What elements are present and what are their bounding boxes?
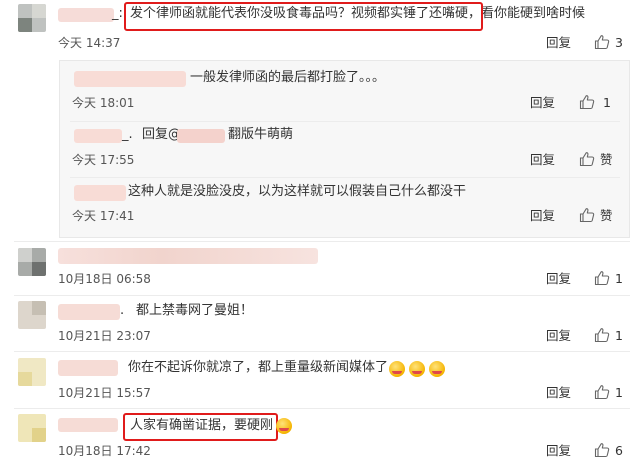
reply-text: 这种人就是没脸没皮，以为这样就可以假装自己什么都没干 [128,184,467,199]
reply-button[interactable]: 回复 [530,96,555,110]
like-label: 赞 [600,208,613,223]
like-count: 1 [615,271,623,286]
divider [14,295,630,296]
reply-button[interactable]: 回复 [546,329,571,343]
reply-button[interactable]: 回复 [546,444,571,458]
comment-text: 你在不起诉你就凉了，都上重量级新闻媒体了 [128,360,389,375]
avatar[interactable] [18,414,46,442]
username-blurred[interactable] [74,185,126,201]
divider [14,408,630,409]
username-suffix: _. [122,127,133,142]
comment-text: 都上禁毒网了曼姐！ [136,303,254,318]
divider [14,351,630,352]
mention-blurred[interactable] [177,129,225,143]
thumbs-up-icon[interactable] [579,94,595,110]
thumbs-up-icon[interactable] [594,327,610,343]
comment-time: 10月18日 17:42 [58,444,151,458]
username-blurred[interactable] [74,71,186,87]
thumbs-up-icon[interactable] [579,151,595,167]
username-blurred[interactable] [58,248,318,264]
username-blurred[interactable] [58,418,118,432]
reply-button[interactable]: 回复 [546,36,571,50]
avatar[interactable] [18,301,46,329]
reply-time: 今天 18:01 [72,96,135,110]
reply-to-label: 回复@ [142,127,182,142]
highlight-box [124,2,483,31]
username-blurred[interactable] [58,8,114,22]
grinning-face-emoji [429,361,445,377]
like-count: 3 [615,35,623,50]
comment-time: 今天 14:37 [58,36,121,50]
reply-text: 翻版牛萌萌 [228,127,294,142]
like-label: 赞 [600,152,613,167]
comment-time: 10月21日 15:57 [58,386,151,400]
username-blurred[interactable] [58,304,120,320]
thumbs-up-icon[interactable] [594,384,610,400]
grinning-face-emoji [409,361,425,377]
thumbs-up-icon[interactable] [594,442,610,458]
divider [70,177,620,178]
username-suffix: . [120,303,125,318]
thumbs-up-icon[interactable] [579,207,595,223]
reply-text: 一般发律师函的最后都打脸了。。。 [190,70,386,85]
avatar[interactable] [18,358,46,386]
reply-button[interactable]: 回复 [546,272,571,286]
comment-time: 10月21日 23:07 [58,329,151,343]
like-count: 1 [615,328,623,343]
avatar[interactable] [18,4,46,32]
like-count: 6 [615,443,623,458]
divider [14,241,630,242]
replies-panel: 一般发律师函的最后都打脸了。。。 今天 18:01 回复 1 _. 回复@ 翻版… [59,60,630,238]
reply-button[interactable]: 回复 [530,153,555,167]
avatar[interactable] [18,248,46,276]
reply-button[interactable]: 回复 [530,209,555,223]
highlight-box [123,413,278,441]
reply-time: 今天 17:41 [72,209,135,223]
like-count: 1 [615,385,623,400]
username-blurred[interactable] [74,129,122,143]
divider [70,121,620,122]
reply-button[interactable]: 回复 [546,386,571,400]
like-count: 1 [603,95,611,110]
comment-time: 10月18日 06:58 [58,272,151,286]
thumbs-up-icon[interactable] [594,270,610,286]
reply-time: 今天 17:55 [72,153,135,167]
grinning-face-emoji [276,418,292,434]
username-suffix: _: [112,6,123,21]
grinning-face-emoji [389,361,405,377]
username-blurred[interactable] [58,360,118,376]
thumbs-up-icon[interactable] [594,34,610,50]
